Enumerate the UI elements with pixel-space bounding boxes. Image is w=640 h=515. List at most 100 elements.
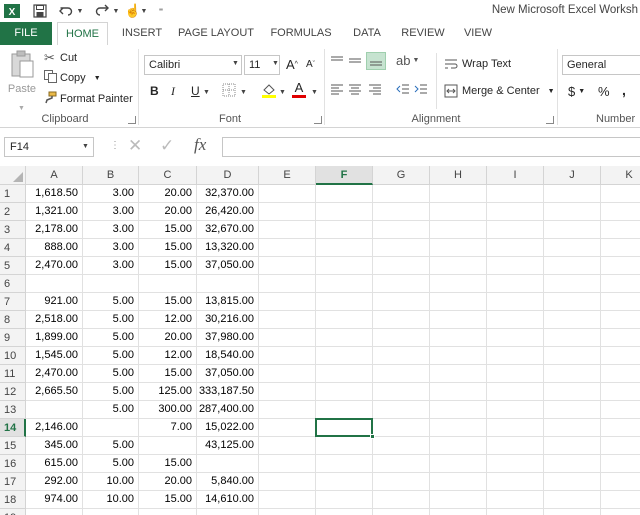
cell-E11[interactable] <box>259 365 316 383</box>
copy-button[interactable]: Copy ▼ <box>44 70 101 86</box>
cell-K6[interactable] <box>601 275 640 293</box>
cell-D13[interactable]: 287,400.00 <box>197 401 259 419</box>
cell-K17[interactable] <box>601 473 640 491</box>
cell-D16[interactable] <box>197 455 259 473</box>
cell-D10[interactable]: 18,540.00 <box>197 347 259 365</box>
undo-dropdown-icon[interactable]: ▼ <box>76 3 84 19</box>
cell-J5[interactable] <box>544 257 601 275</box>
cell-H4[interactable] <box>430 239 487 257</box>
cell-F10[interactable] <box>316 347 373 365</box>
cell-K8[interactable] <box>601 311 640 329</box>
cell-E14[interactable] <box>259 419 316 437</box>
cell-A2[interactable]: 1,321.00 <box>26 203 83 221</box>
cell-F16[interactable] <box>316 455 373 473</box>
cell-J9[interactable] <box>544 329 601 347</box>
cell-I8[interactable] <box>487 311 544 329</box>
align-top-button[interactable] <box>330 55 344 67</box>
column-header[interactable]: J <box>544 166 601 185</box>
cell-A12[interactable]: 2,665.50 <box>26 383 83 401</box>
font-name-dropdown-icon[interactable]: ▼ <box>232 60 239 67</box>
cell-D18[interactable]: 14,610.00 <box>197 491 259 509</box>
cell-G7[interactable] <box>373 293 430 311</box>
cell-A15[interactable]: 345.00 <box>26 437 83 455</box>
currency-dropdown-icon[interactable]: ▼ <box>578 88 585 95</box>
cell-K16[interactable] <box>601 455 640 473</box>
cell-E17[interactable] <box>259 473 316 491</box>
row-header[interactable]: 7 <box>0 293 26 311</box>
cell-I5[interactable] <box>487 257 544 275</box>
cell-A9[interactable]: 1,899.00 <box>26 329 83 347</box>
cell-D2[interactable]: 26,420.00 <box>197 203 259 221</box>
row-header[interactable]: 17 <box>0 473 26 491</box>
increase-indent-button[interactable] <box>414 83 428 95</box>
paste-dropdown-icon[interactable]: ▼ <box>18 105 25 112</box>
cell-F9[interactable] <box>316 329 373 347</box>
grow-font-button[interactable]: A ^ <box>286 57 298 72</box>
cell-K14[interactable] <box>601 419 640 437</box>
tab-page-layout[interactable]: PAGE LAYOUT <box>176 22 256 45</box>
cell-E10[interactable] <box>259 347 316 365</box>
cell-C2[interactable]: 20.00 <box>139 203 197 221</box>
row-header[interactable]: 14 <box>0 419 26 437</box>
cell-H3[interactable] <box>430 221 487 239</box>
cell-K3[interactable] <box>601 221 640 239</box>
cell-J4[interactable] <box>544 239 601 257</box>
comma-button[interactable]: , <box>622 82 626 98</box>
tab-formulas[interactable]: FORMULAS <box>266 22 336 45</box>
row-header[interactable]: 10 <box>0 347 26 365</box>
cell-F3[interactable] <box>316 221 373 239</box>
bold-button[interactable]: B <box>150 84 159 98</box>
cell-H15[interactable] <box>430 437 487 455</box>
cell-A4[interactable]: 888.00 <box>26 239 83 257</box>
cell-I2[interactable] <box>487 203 544 221</box>
cell-H19[interactable] <box>430 509 487 515</box>
cell-F18[interactable] <box>316 491 373 509</box>
cell-D7[interactable]: 13,815.00 <box>197 293 259 311</box>
cell-K15[interactable] <box>601 437 640 455</box>
cell-J12[interactable] <box>544 383 601 401</box>
cell-A19[interactable] <box>26 509 83 515</box>
cell-B8[interactable]: 5.00 <box>83 311 139 329</box>
borders-button[interactable] <box>222 83 236 97</box>
cell-G11[interactable] <box>373 365 430 383</box>
cell-I9[interactable] <box>487 329 544 347</box>
column-header[interactable]: E <box>259 166 316 185</box>
cell-B16[interactable]: 5.00 <box>83 455 139 473</box>
wrap-text-button[interactable]: Wrap Text <box>444 57 511 71</box>
cell-G5[interactable] <box>373 257 430 275</box>
alignment-launcher-icon[interactable] <box>546 116 554 124</box>
cell-C17[interactable]: 20.00 <box>139 473 197 491</box>
cell-G9[interactable] <box>373 329 430 347</box>
cell-J1[interactable] <box>544 185 601 203</box>
orientation-button[interactable]: ab ▼ <box>396 53 419 68</box>
tab-file[interactable]: FILE <box>0 22 52 45</box>
cell-E4[interactable] <box>259 239 316 257</box>
cell-F15[interactable] <box>316 437 373 455</box>
cell-G8[interactable] <box>373 311 430 329</box>
cell-I15[interactable] <box>487 437 544 455</box>
column-header[interactable]: C <box>139 166 197 185</box>
cell-J3[interactable] <box>544 221 601 239</box>
name-box-dropdown-icon[interactable]: ▼ <box>82 143 89 150</box>
row-header[interactable]: 3 <box>0 221 26 239</box>
cell-D12[interactable]: 333,187.50 <box>197 383 259 401</box>
align-bottom-button[interactable] <box>366 52 386 70</box>
cell-A11[interactable]: 2,470.00 <box>26 365 83 383</box>
column-header[interactable]: K <box>601 166 640 185</box>
cell-A6[interactable] <box>26 275 83 293</box>
touch-dropdown-icon[interactable]: ▼ <box>140 3 148 19</box>
cell-B5[interactable]: 3.00 <box>83 257 139 275</box>
row-header[interactable]: 12 <box>0 383 26 401</box>
cell-I3[interactable] <box>487 221 544 239</box>
cell-A5[interactable]: 2,470.00 <box>26 257 83 275</box>
cell-K9[interactable] <box>601 329 640 347</box>
cell-K10[interactable] <box>601 347 640 365</box>
borders-dropdown-icon[interactable]: ▼ <box>240 89 247 96</box>
cell-G2[interactable] <box>373 203 430 221</box>
cell-D19[interactable] <box>197 509 259 515</box>
cell-C7[interactable]: 15.00 <box>139 293 197 311</box>
cell-E6[interactable] <box>259 275 316 293</box>
cell-H2[interactable] <box>430 203 487 221</box>
cell-E9[interactable] <box>259 329 316 347</box>
cell-K1[interactable] <box>601 185 640 203</box>
